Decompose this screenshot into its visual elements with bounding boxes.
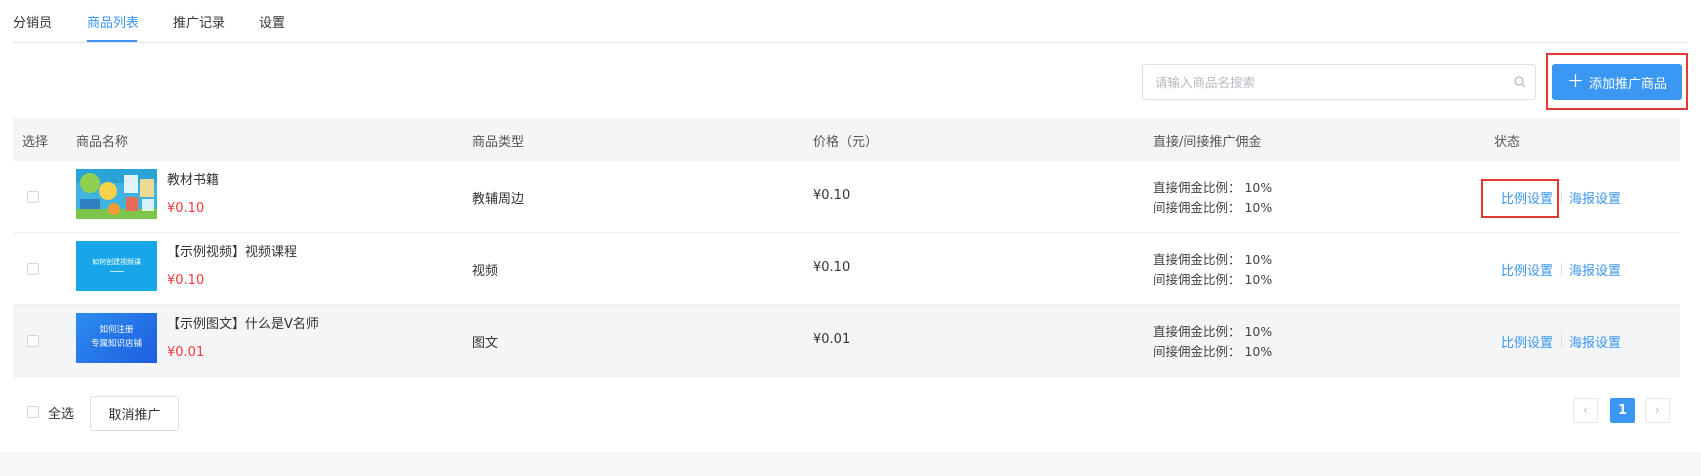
product-price-tag: ¥0.10 [167, 201, 205, 216]
chevron-right-icon[interactable]: › [1645, 398, 1670, 423]
thumbnail-caption: 如何创建视频课 [92, 258, 141, 266]
row-checkbox[interactable] [27, 191, 39, 203]
product-type: 教辅周边 [472, 192, 525, 207]
search-box[interactable] [1142, 64, 1536, 100]
indirect-commission: 间接佣金比例： 10% [1153, 344, 1273, 359]
indirect-commission: 间接佣金比例： 10% [1153, 200, 1273, 215]
select-all-label[interactable]: 全选 [48, 403, 74, 422]
thumbnail-underline [110, 271, 124, 272]
thumbnail-caption-line2: 专属知识店铺 [90, 339, 142, 349]
product-name: 教材书籍 [167, 173, 220, 188]
table-row: 教材书籍 ¥0.10 教辅周边 ¥0.10 直接佣金比例： 10% 间接佣金比例… [13, 161, 1680, 233]
tab-bar: 分销员 商品列表 推广记录 设置 [13, 0, 1688, 43]
row-checkbox[interactable] [27, 263, 39, 275]
ratio-settings-link[interactable]: 比例设置 [1501, 260, 1553, 279]
add-button-label: 添加推广商品 [1588, 76, 1667, 92]
thumbnail-caption-line1: 如何注册 [99, 325, 134, 335]
table-row: 如何注册 专属知识店铺 【示例图文】什么是V名师 ¥0.01 图文 ¥0.01 … [13, 305, 1680, 377]
product-price: ¥0.01 [813, 332, 851, 347]
action-divider [1561, 191, 1562, 204]
product-thumbnail: 如何创建视频课 [76, 241, 157, 291]
select-all-checkbox[interactable] [27, 406, 39, 418]
header-price: 价格（元） [813, 135, 879, 150]
product-thumbnail: 如何注册 专属知识店铺 [76, 313, 157, 363]
header-product-type: 商品类型 [472, 135, 525, 150]
direct-commission: 直接佣金比例： 10% [1153, 324, 1273, 339]
product-name: 【示例图文】什么是V名师 [167, 317, 319, 332]
plus-icon: ＋ [1566, 71, 1584, 92]
ratio-settings-link[interactable]: 比例设置 [1501, 332, 1553, 351]
action-divider [1561, 335, 1562, 348]
header-status: 状态 [1494, 135, 1521, 150]
add-promotion-product-button[interactable]: ＋ 添加推广商品 [1552, 64, 1682, 100]
cancel-promotion-button[interactable]: 取消推广 [90, 396, 179, 431]
main-panel: 分销员 商品列表 推广记录 设置 ＋ 添加推广商品 选择 商品名称 商品类型 价… [0, 0, 1701, 452]
tab-promotion-records[interactable]: 推广记录 [173, 12, 225, 31]
tab-settings[interactable]: 设置 [259, 12, 285, 31]
ratio-settings-link[interactable]: 比例设置 [1501, 188, 1553, 207]
poster-settings-link[interactable]: 海报设置 [1569, 332, 1621, 351]
search-icon[interactable] [1514, 76, 1526, 88]
product-thumbnail [76, 169, 157, 219]
active-tab-indicator [87, 40, 137, 42]
product-price-tag: ¥0.10 [167, 273, 205, 288]
product-price-tag: ¥0.01 [167, 345, 205, 360]
product-name: 【示例视频】视频课程 [167, 245, 298, 260]
action-divider [1561, 263, 1562, 276]
table-row: 如何创建视频课 【示例视频】视频课程 ¥0.10 视频 ¥0.10 直接佣金比例… [13, 233, 1680, 305]
product-price: ¥0.10 [813, 188, 851, 203]
row-checkbox[interactable] [27, 335, 39, 347]
poster-settings-link[interactable]: 海报设置 [1569, 188, 1621, 207]
indirect-commission: 间接佣金比例： 10% [1153, 272, 1273, 287]
table-header: 选择 商品名称 商品类型 价格（元） 直接/间接推广佣金 状态 [13, 118, 1680, 161]
header-product-name: 商品名称 [76, 135, 129, 150]
product-type: 视频 [472, 264, 499, 279]
direct-commission: 直接佣金比例： 10% [1153, 180, 1273, 195]
product-price: ¥0.10 [813, 260, 851, 275]
page-background-strip [0, 452, 1701, 476]
tab-distributors[interactable]: 分销员 [13, 12, 52, 31]
direct-commission: 直接佣金比例： 10% [1153, 252, 1273, 267]
tab-product-list[interactable]: 商品列表 [87, 12, 139, 31]
header-commission: 直接/间接推广佣金 [1153, 135, 1262, 150]
search-input[interactable] [1155, 65, 1495, 99]
poster-settings-link[interactable]: 海报设置 [1569, 260, 1621, 279]
header-select: 选择 [22, 135, 49, 150]
chevron-left-icon[interactable]: ‹ [1573, 398, 1598, 423]
product-type: 图文 [472, 336, 499, 351]
page-number-current[interactable]: 1 [1610, 398, 1635, 423]
